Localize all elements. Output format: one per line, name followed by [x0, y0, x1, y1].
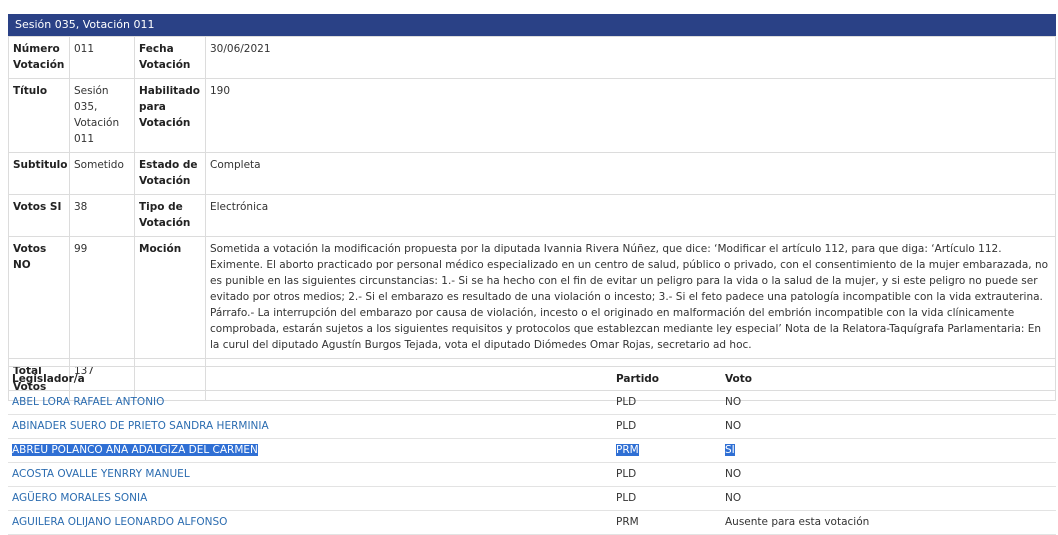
column-header-partido: Partido	[612, 366, 721, 391]
table-row-selected: ABREU POLANCO ANA ADALGIZA DEL CARMEN PR…	[8, 438, 1056, 463]
legislator-link[interactable]: ABREU POLANCO ANA ADALGIZA DEL CARMEN	[12, 444, 258, 456]
numero-value: 011	[69, 36, 135, 79]
party-cell: PLD	[612, 390, 721, 415]
party-cell: PRM	[616, 444, 639, 456]
vote-info-table: Número Votación 011 Fecha Votación 30/06…	[8, 36, 1056, 401]
legislator-votes-table: Legislador/a Partido Voto ABEL LORA RAFA…	[8, 366, 1056, 535]
table-row: ACOSTA OVALLE YENRRY MANUEL PLD NO	[8, 462, 1056, 487]
legislator-link[interactable]: ACOSTA OVALLE YENRRY MANUEL	[12, 468, 190, 480]
table-row: AGUILERA OLIJANO LEONARDO ALFONSO PRM Au…	[8, 510, 1056, 535]
info-row-votos-si: Votos SI 38 Tipo de Votación Electrónica	[8, 194, 1056, 237]
vote-cell: NO	[721, 414, 1056, 439]
table-row: ABINADER SUERO DE PRIETO SANDRA HERMINIA…	[8, 414, 1056, 439]
info-row-votos-no: Votos NO 99 Moción Sometida a votación l…	[8, 236, 1056, 359]
titulo-label: Título	[8, 78, 70, 153]
table-row: AGÜERO MORALES SONIA PLD NO	[8, 486, 1056, 511]
vote-cell: NO	[721, 486, 1056, 511]
mocion-value: Sometida a votación la modificación prop…	[205, 236, 1056, 359]
vote-cell: SI	[725, 444, 735, 456]
votos-si-label: Votos SI	[8, 194, 70, 237]
vote-cell: NO	[721, 390, 1056, 415]
party-cell: PLD	[612, 486, 721, 511]
legislator-link[interactable]: AGUILERA OLIJANO LEONARDO ALFONSO	[12, 516, 227, 528]
habilitado-label: Habilitado para Votación	[134, 78, 206, 153]
legislator-link[interactable]: ABINADER SUERO DE PRIETO SANDRA HERMINIA	[12, 420, 269, 432]
tipo-value: Electrónica	[205, 194, 1056, 237]
vote-cell: NO	[721, 462, 1056, 487]
subtitulo-label: Subtitulo	[8, 152, 70, 195]
party-cell: PLD	[612, 462, 721, 487]
numero-label: Número Votación	[8, 36, 70, 79]
column-header-voto: Voto	[721, 366, 1056, 391]
subtitulo-value: Sometido	[69, 152, 135, 195]
votos-si-value: 38	[69, 194, 135, 237]
party-cell: PLD	[612, 414, 721, 439]
column-header-legislador: Legislador/a	[8, 366, 612, 391]
party-cell: PRM	[612, 510, 721, 535]
legislator-link[interactable]: AGÜERO MORALES SONIA	[12, 492, 147, 504]
info-row-subtitulo: Subtitulo Sometido Estado de Votación Co…	[8, 152, 1056, 195]
fecha-value: 30/06/2021	[205, 36, 1056, 79]
vote-detail-panel: Sesión 035, Votación 011 Número Votación…	[8, 14, 1056, 401]
table-header-row: Legislador/a Partido Voto	[8, 366, 1056, 391]
panel-title: Sesión 035, Votación 011	[8, 14, 1056, 36]
info-row-numero: Número Votación 011 Fecha Votación 30/06…	[8, 36, 1056, 79]
estado-value: Completa	[205, 152, 1056, 195]
votos-no-label: Votos NO	[8, 236, 70, 359]
legislator-link[interactable]: ABEL LORA RAFAEL ANTONIO	[12, 396, 164, 408]
legislator-votes-section: Legislador/a Partido Voto ABEL LORA RAFA…	[8, 366, 1056, 535]
vote-cell: Ausente para esta votación	[721, 510, 1056, 535]
table-row: ABEL LORA RAFAEL ANTONIO PLD NO	[8, 390, 1056, 415]
mocion-label: Moción	[134, 236, 206, 359]
votos-no-value: 99	[69, 236, 135, 359]
titulo-value: Sesión 035, Votación 011	[69, 78, 135, 153]
tipo-label: Tipo de Votación	[134, 194, 206, 237]
fecha-label: Fecha Votación	[134, 36, 206, 79]
estado-label: Estado de Votación	[134, 152, 206, 195]
habilitado-value: 190	[205, 78, 1056, 153]
info-row-titulo: Título Sesión 035, Votación 011 Habilita…	[8, 78, 1056, 153]
